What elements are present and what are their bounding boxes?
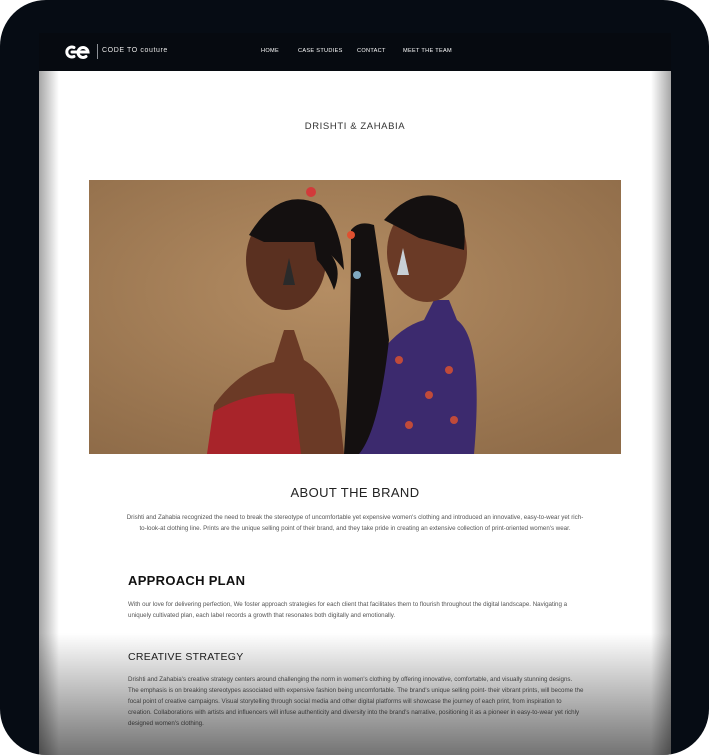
approach-heading: APPROACH PLAN bbox=[128, 573, 246, 588]
nav-meet-the-team-link[interactable]: MEET THE TEAM bbox=[403, 48, 452, 54]
about-text: Drishti and Zahabia recognized the need … bbox=[126, 514, 584, 532]
left-edge-shadow bbox=[39, 71, 59, 755]
nav-case-studies-link[interactable]: CASE STUDIES bbox=[298, 48, 343, 54]
logo-divider bbox=[97, 44, 98, 59]
hero-photo bbox=[89, 180, 621, 454]
about-heading: ABOUT THE BRAND bbox=[290, 485, 420, 500]
creative-strategy-heading: CREATIVE STRATEGY bbox=[128, 651, 244, 663]
ce-logo-icon[interactable] bbox=[61, 44, 93, 60]
approach-text: With our love for delivering perfection,… bbox=[128, 601, 568, 619]
nav-home-link[interactable]: HOME bbox=[261, 48, 279, 54]
top-navigation-bar: CODE TO couture HOME CASE STUDIES CONTAC… bbox=[39, 33, 671, 71]
creative-strategy-text: Drishti and Zahabia's creative strategy … bbox=[128, 676, 584, 727]
device-frame: CODE TO couture HOME CASE STUDIES CONTAC… bbox=[0, 0, 709, 755]
nav-contact-link[interactable]: CONTACT bbox=[357, 48, 386, 54]
brand-logo-text[interactable]: CODE TO couture bbox=[102, 47, 168, 54]
models-illustration bbox=[89, 180, 621, 454]
right-edge-shadow bbox=[651, 71, 671, 755]
website-screen: CODE TO couture HOME CASE STUDIES CONTAC… bbox=[39, 33, 671, 755]
page-title: DRISHTI & ZAHABIA bbox=[304, 121, 406, 132]
